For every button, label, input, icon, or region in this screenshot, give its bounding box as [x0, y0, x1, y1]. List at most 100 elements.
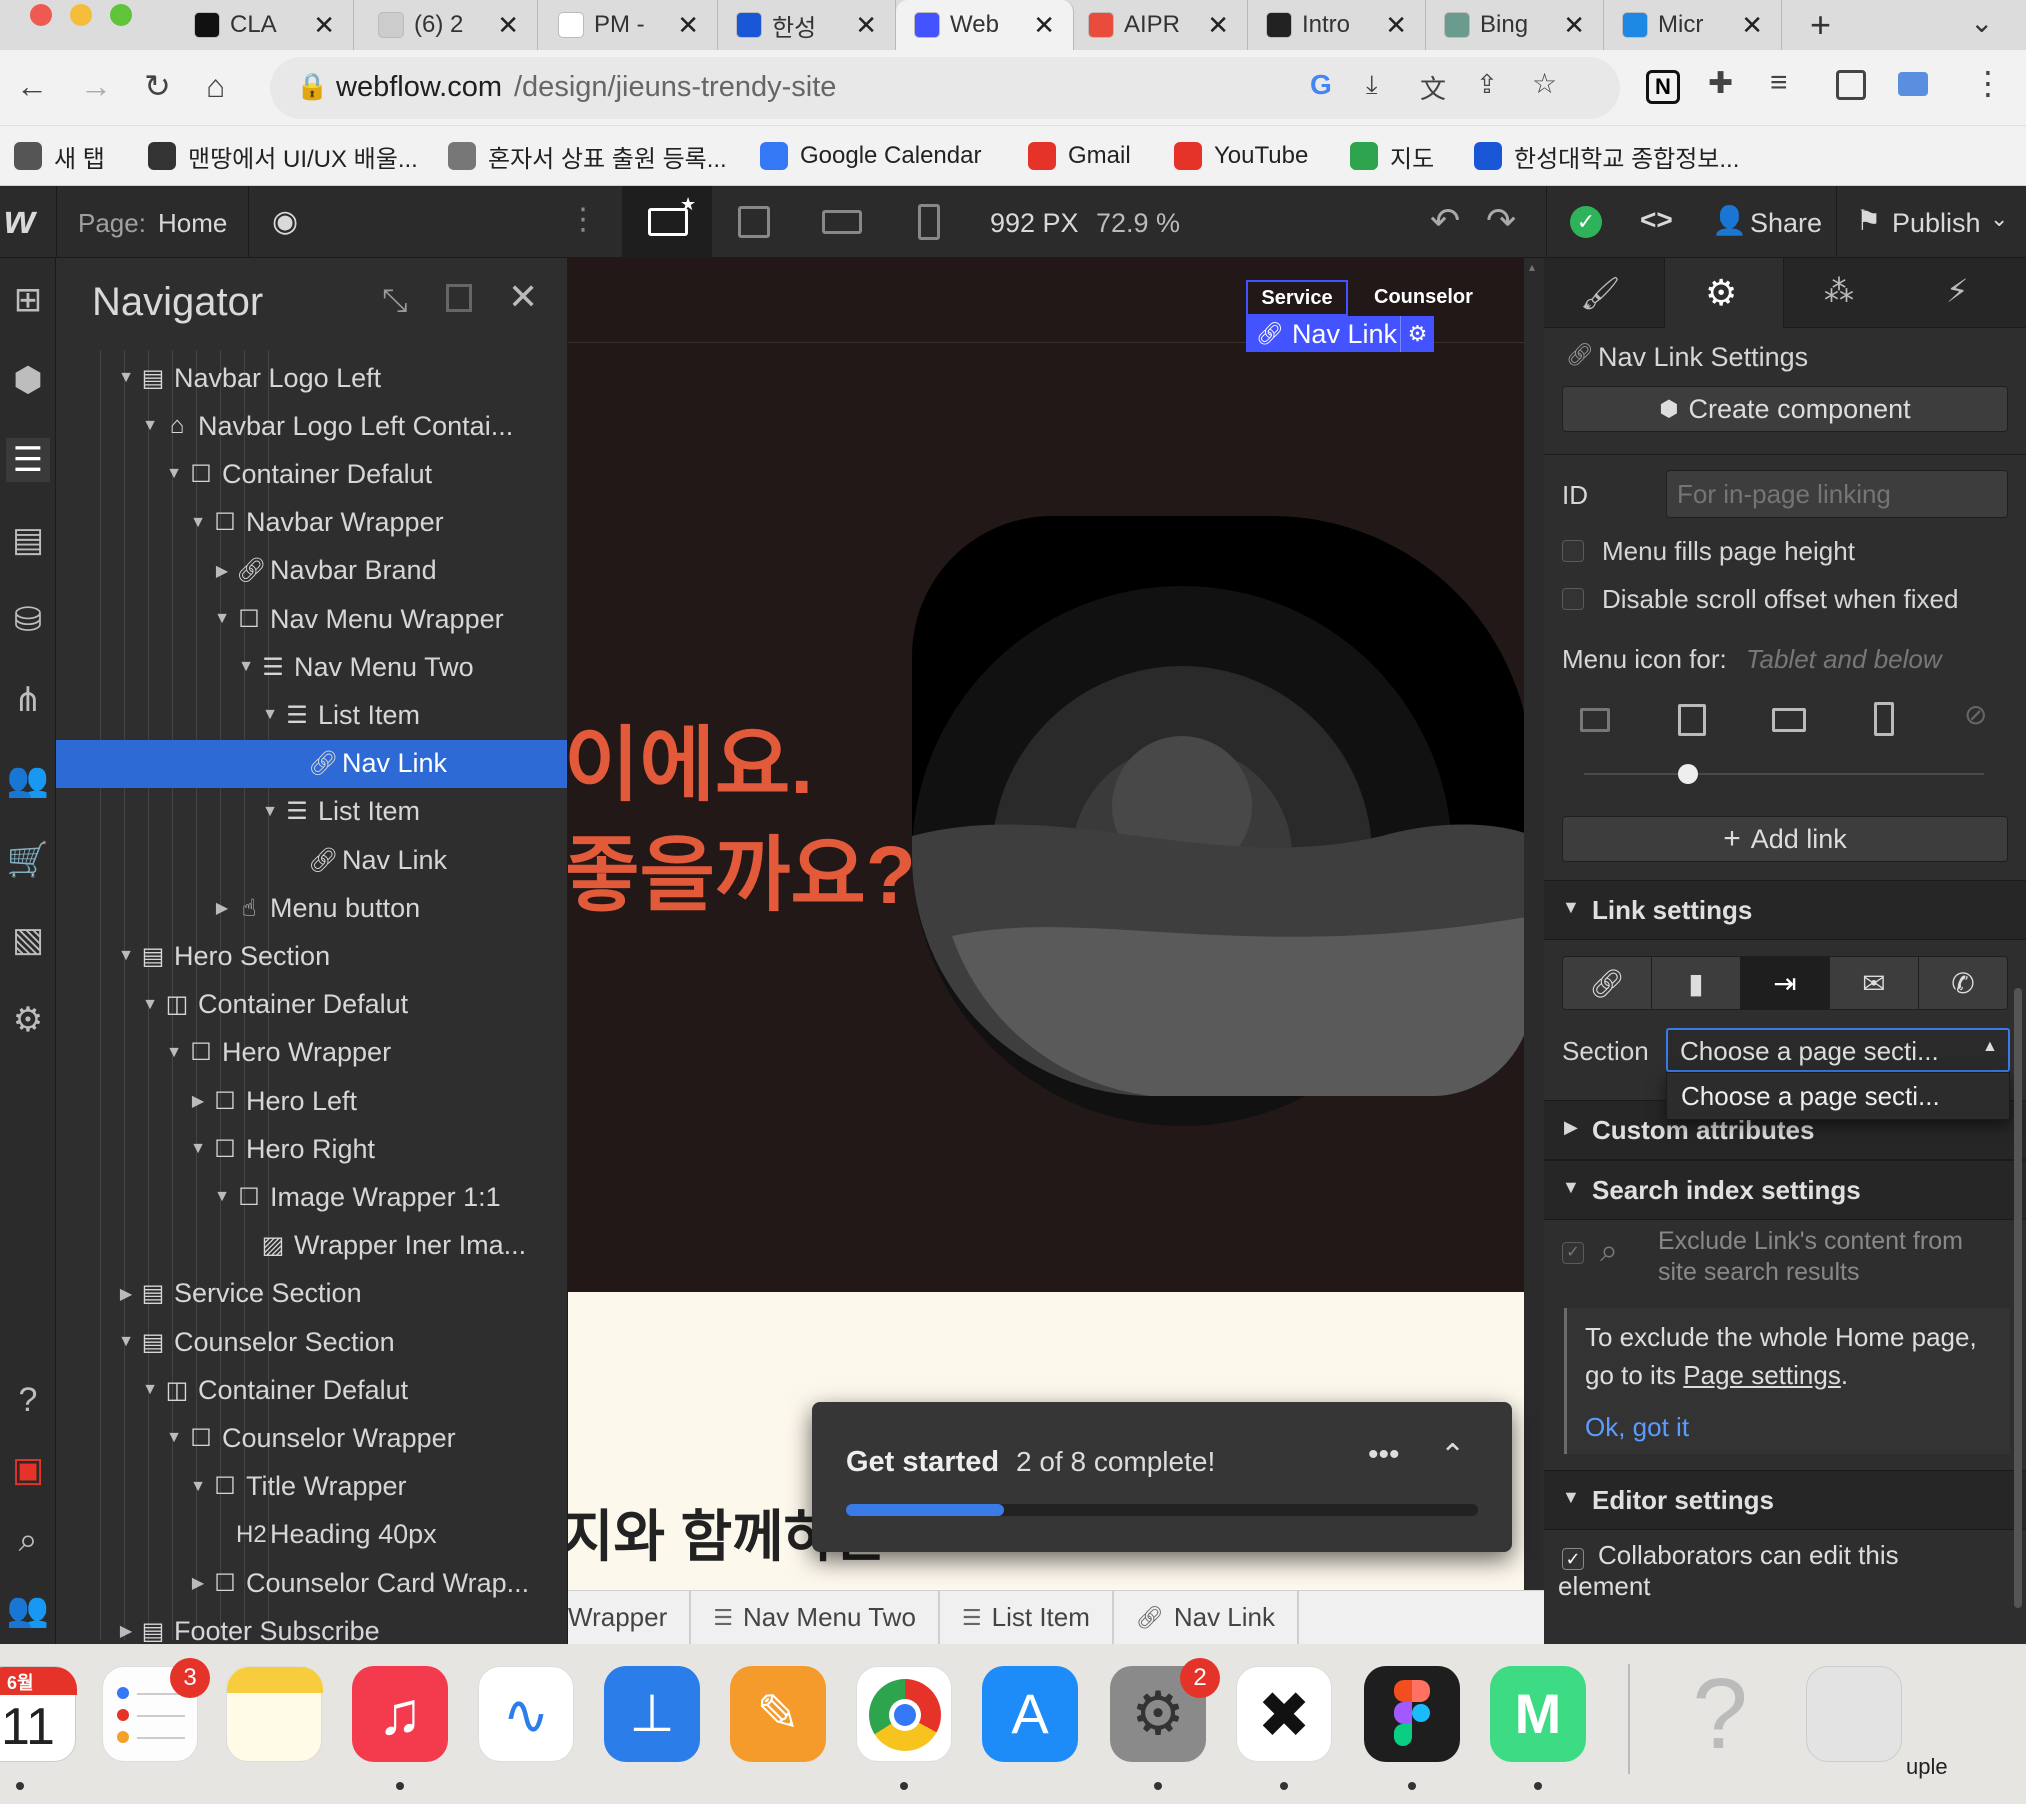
caret-icon[interactable]: ▼ — [262, 706, 278, 724]
caret-icon[interactable]: ▼ — [238, 658, 254, 676]
mobile-landscape-icon[interactable] — [822, 210, 862, 234]
address-bar[interactable]: 🔒 webflow.com /design/jieuns-trendy-site… — [270, 57, 1620, 119]
install-icon[interactable]: ⤓ — [1366, 69, 1378, 101]
selected-element-tag[interactable]: 🔗︎ Nav Link ⚙ — [1246, 316, 1434, 352]
share-icon[interactable]: ⇪ — [1476, 69, 1498, 100]
add-panel-icon[interactable]: ⊞ — [6, 278, 50, 322]
code-icon[interactable]: <> — [1640, 204, 1673, 236]
browser-tab[interactable]: 한성 ✕ — [718, 0, 896, 50]
close-tab-icon[interactable]: ✕ — [855, 10, 877, 41]
kebab-menu-icon[interactable]: ⋮ — [1972, 64, 2004, 102]
settings-gear-icon[interactable]: ⚙ — [6, 998, 50, 1042]
section-link-icon[interactable]: ⇥ — [1741, 957, 1830, 1009]
close-tab-icon[interactable]: ✕ — [313, 10, 335, 41]
caret-icon[interactable]: ▼ — [142, 1381, 158, 1399]
keynote-app-icon[interactable]: ⊥ — [604, 1666, 700, 1762]
zoom-window-button[interactable] — [110, 4, 132, 26]
nav-link-service[interactable]: Service — [1246, 280, 1348, 316]
share-button[interactable]: Share — [1750, 208, 1822, 239]
browser-tab[interactable]: PM - ✕ — [540, 0, 718, 50]
navigator-row[interactable]: H2 Heading 40px — [56, 1511, 567, 1559]
mobile-portrait-icon[interactable] — [1874, 702, 1894, 736]
navigator-row[interactable]: 🔗︎ Nav Link — [56, 836, 567, 884]
page-link-icon[interactable]: ▮ — [1652, 957, 1741, 1009]
page-name[interactable]: Home — [158, 208, 227, 239]
more-icon[interactable]: ••• — [1368, 1438, 1400, 1472]
panel-scrollbar[interactable] — [2014, 988, 2022, 1608]
pages-icon[interactable]: ▤ — [6, 518, 50, 562]
interactions-bolt-icon[interactable]: ⚡︎ — [1946, 272, 1968, 310]
caret-icon[interactable]: ▶ — [190, 1573, 206, 1593]
close-tab-icon[interactable]: ✕ — [1033, 10, 1055, 41]
navigator-row[interactable]: ▼ ▤ Hero Section — [56, 932, 567, 980]
cms-database-icon[interactable]: ⛁ — [6, 598, 50, 642]
breadcrumb-item[interactable]: Wrapper — [568, 1590, 692, 1645]
caret-icon[interactable]: ▼ — [142, 996, 158, 1014]
chevron-down-icon[interactable]: ⌄ — [1990, 206, 2008, 232]
app-store-icon[interactable]: A — [982, 1666, 1078, 1762]
close-tab-icon[interactable]: ✕ — [1741, 10, 1763, 41]
navigator-row[interactable]: ▼ ◫ Container Defalut — [56, 1366, 567, 1414]
dropdown-option[interactable]: Choose a page secti... — [1681, 1081, 1940, 1112]
navigator-icon[interactable]: ☰ — [6, 438, 50, 482]
close-tab-icon[interactable]: ✕ — [1385, 10, 1407, 41]
collapse-all-icon[interactable]: ⤡ — [382, 282, 408, 320]
gear-icon[interactable]: ⚙ — [1400, 316, 1434, 352]
browser-tab[interactable]: (6) 2 ✕ — [360, 0, 538, 50]
navigator-row[interactable]: ▼ ☰ Nav Menu Two — [56, 643, 567, 691]
bookmark-star-icon[interactable]: ☆ — [1532, 67, 1557, 100]
section-select[interactable]: Choose a page secti... ▲ — [1666, 1028, 2010, 1072]
redo-icon[interactable]: ↷ — [1486, 200, 1516, 242]
assets-icon[interactable]: ▧ — [6, 918, 50, 962]
caret-icon[interactable]: ▶ — [118, 1284, 134, 1304]
add-link-button[interactable]: + Add link — [1562, 816, 2008, 862]
back-button[interactable]: ← — [16, 66, 48, 106]
section-dropdown-menu[interactable]: Choose a page secti... — [1666, 1072, 2010, 1120]
navigator-row[interactable]: ▼ ☐ Nav Menu Wrapper — [56, 595, 567, 643]
breadcrumb-item[interactable]: ☰ Nav Menu Two — [691, 1590, 940, 1645]
check-status-icon[interactable]: ✓ — [1570, 206, 1602, 238]
chevron-up-icon[interactable]: ⌃ — [1440, 1438, 1465, 1473]
caret-icon[interactable]: ▼ — [118, 1333, 134, 1351]
notes-app-icon[interactable] — [226, 1666, 323, 1762]
caret-icon[interactable]: ▶ — [118, 1621, 134, 1641]
translate-icon[interactable]: 文 — [1420, 69, 1446, 106]
music-app-icon[interactable]: ♫ — [352, 1666, 448, 1762]
email-link-icon[interactable]: ✉ — [1830, 957, 1919, 1009]
close-icon[interactable]: ✕ — [508, 276, 538, 318]
reload-button[interactable]: ↻ — [144, 66, 171, 106]
bookmark-item[interactable]: 지도 — [1350, 136, 1434, 176]
caret-icon[interactable]: ▼ — [190, 1140, 206, 1158]
figma-app-icon[interactable] — [1364, 1666, 1460, 1762]
caret-icon[interactable]: ▼ — [214, 1188, 230, 1206]
create-component-button[interactable]: ⬢ Create component — [1562, 386, 2008, 432]
navigator-row[interactable]: ▶ ☐ Hero Left — [56, 1077, 567, 1125]
caret-icon[interactable]: ▼ — [142, 417, 158, 435]
navigator-row[interactable]: ▶ 🔗︎ Navbar Brand — [56, 547, 567, 595]
breadcrumb-item[interactable]: ☰ List Item — [940, 1590, 1114, 1645]
mobile-landscape-icon[interactable] — [1772, 708, 1806, 732]
notion-extension-icon[interactable]: N — [1646, 70, 1680, 104]
close-tab-icon[interactable]: ✕ — [1563, 10, 1585, 41]
caret-icon[interactable]: ▶ — [190, 1091, 206, 1111]
caret-icon[interactable]: ▼ — [262, 803, 278, 821]
menu-fills-checkbox[interactable] — [1562, 540, 1584, 562]
navigator-row[interactable]: ▶ ▤ Service Section — [56, 1270, 567, 1318]
navigator-row[interactable]: ▶ ☐ Counselor Card Wrap... — [56, 1559, 567, 1607]
navigator-row[interactable]: ▼ ☐ Title Wrapper — [56, 1463, 567, 1511]
close-window-button[interactable] — [30, 4, 52, 26]
forward-button[interactable]: → — [80, 66, 112, 106]
settings-tab[interactable]: ⚙ — [1664, 258, 1784, 328]
get-started-card[interactable]: Get started 2 of 8 complete! ••• ⌃ — [812, 1402, 1512, 1552]
navigator-row[interactable]: ▼ ☐ Navbar Wrapper — [56, 499, 567, 547]
navigator-row[interactable]: ▼ ▤ Counselor Section — [56, 1318, 567, 1366]
design-canvas[interactable]: Service Counselor 🔗︎ Nav Link ⚙ 이에요. 좋을까… — [568, 258, 1524, 1590]
media-icon[interactable]: ≡ — [1770, 66, 1788, 100]
browser-tab[interactable]: Bing ✕ — [1426, 0, 1604, 50]
bookmark-item[interactable]: 혼자서 상표 출원 등록... — [448, 136, 727, 176]
browser-tab[interactable]: AIPR ✕ — [1070, 0, 1248, 50]
caret-icon[interactable]: ▶ — [214, 561, 230, 581]
dock-panel-icon[interactable] — [446, 284, 472, 312]
navigator-row[interactable]: ▼ ☰ List Item — [56, 691, 567, 739]
bookmark-item[interactable]: 한성대학교 종합정보... — [1474, 136, 1739, 176]
